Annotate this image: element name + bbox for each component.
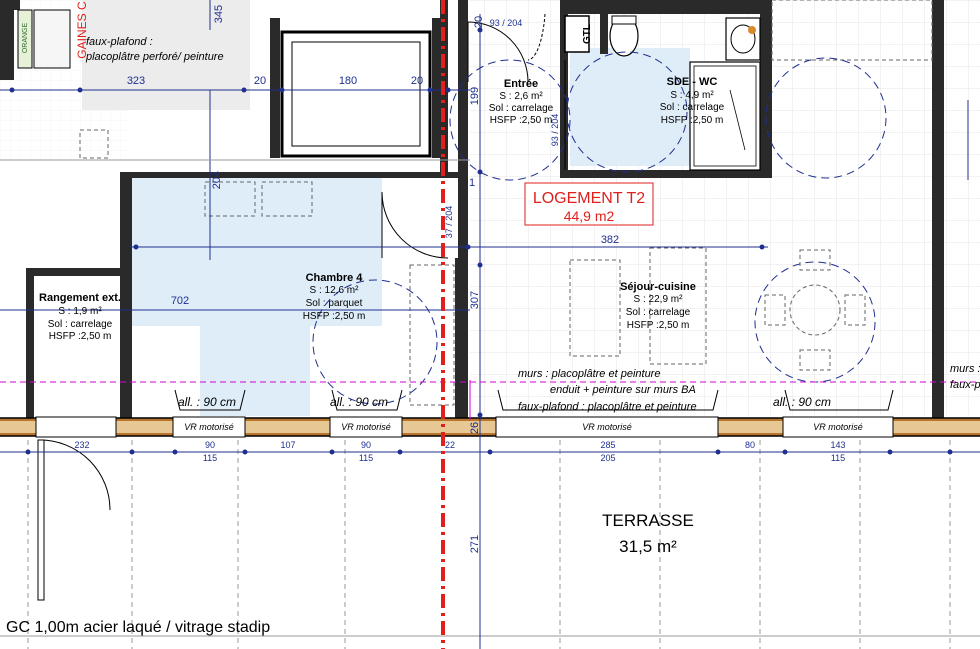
svg-text:S : 4,9 m²: S : 4,9 m² bbox=[670, 90, 714, 101]
logement-title: LOGEMENT T2 bbox=[533, 190, 645, 207]
dim-20b: 20 bbox=[411, 75, 423, 87]
svg-text:HSFP :2,50 m: HSFP :2,50 m bbox=[49, 331, 112, 342]
faux-plafond-right2: faux-pl bbox=[950, 379, 980, 391]
window-all-1: all. : 90 cm bbox=[178, 395, 236, 409]
finish-note-3: faux-plafond : placoplâtre et peinture bbox=[518, 401, 697, 413]
svg-text:SDE - WC: SDE - WC bbox=[667, 76, 718, 88]
vr-2: VR motorisé bbox=[341, 422, 391, 432]
dim-93-204a: 93 / 204 bbox=[490, 18, 523, 28]
svg-text:S : 22,9 m²: S : 22,9 m² bbox=[634, 294, 684, 305]
dim-232: 232 bbox=[74, 440, 89, 450]
terrasse-area: 31,5 m² bbox=[619, 537, 677, 556]
dim-382: 382 bbox=[601, 234, 619, 246]
svg-text:Rangement ext.: Rangement ext. bbox=[39, 292, 121, 304]
svg-text:S : 12,6 m²: S : 12,6 m² bbox=[310, 285, 360, 296]
terrasse-label: TERRASSE bbox=[602, 511, 694, 530]
finish-note-1: murs : placoplâtre et peinture bbox=[518, 368, 660, 380]
svg-text:Sol : carrelage: Sol : carrelage bbox=[660, 102, 725, 113]
dim-323: 323 bbox=[127, 75, 145, 87]
dim-90a: 90 bbox=[205, 440, 215, 450]
dim-143: 143 bbox=[830, 440, 845, 450]
dim-204: 204 bbox=[211, 171, 223, 189]
svg-text:Entrée: Entrée bbox=[504, 78, 538, 90]
svg-text:S : 2,6 m²: S : 2,6 m² bbox=[499, 91, 543, 102]
finish-note-2: enduit + peinture sur murs BA bbox=[550, 384, 696, 396]
vr-1: VR motorisé bbox=[184, 422, 234, 432]
dim-115a: 115 bbox=[203, 453, 217, 463]
dim-115b: 115 bbox=[359, 453, 373, 463]
vr-4: VR motorisé bbox=[813, 422, 863, 432]
dim-285: 285 bbox=[600, 440, 615, 450]
svg-text:HSFP :2,50 m: HSFP :2,50 m bbox=[661, 115, 724, 126]
window-all-2: all. : 90 cm bbox=[330, 395, 388, 409]
svg-text:Sol : carrelage: Sol : carrelage bbox=[626, 307, 691, 318]
orange-label: ORANGE bbox=[22, 23, 29, 54]
window-all-3: all. : 90 cm bbox=[773, 395, 831, 409]
faux-plafond-line1: faux-plafond : bbox=[86, 36, 153, 48]
svg-text:HSFP :2,50 m: HSFP :2,50 m bbox=[627, 320, 690, 331]
svg-text:Sol : carrelage: Sol : carrelage bbox=[48, 319, 113, 330]
floor-plan: GTL LOGEMENT T2 44,9 m2 GAINES C ORANGE … bbox=[0, 0, 980, 649]
dim-702: 702 bbox=[171, 295, 189, 307]
dim-26: 26 bbox=[469, 422, 481, 434]
dim-80: 80 bbox=[745, 440, 755, 450]
dim-199: 199 bbox=[469, 87, 481, 105]
gtl-label: GTL bbox=[582, 24, 593, 44]
dim-205: 205 bbox=[600, 453, 615, 463]
dim-20a: 20 bbox=[254, 75, 266, 87]
dim-1: 1 bbox=[469, 177, 475, 189]
svg-text:HSFP :2,50 m: HSFP :2,50 m bbox=[303, 311, 366, 322]
dim-345: 345 bbox=[213, 5, 225, 23]
svg-text:HSFP :2,50 m: HSFP :2,50 m bbox=[490, 115, 553, 126]
svg-text:Séjour-cuisine: Séjour-cuisine bbox=[620, 281, 696, 293]
dim-107: 107 bbox=[280, 440, 295, 450]
dim-180: 180 bbox=[339, 75, 357, 87]
svg-text:Chambre 4: Chambre 4 bbox=[306, 272, 364, 284]
svg-text:Sol : carrelage: Sol : carrelage bbox=[489, 103, 554, 114]
logement-area: 44,9 m2 bbox=[564, 208, 615, 224]
faux-plafond-line2: placoplâtre perforé/ peinture bbox=[85, 51, 224, 63]
dim-37-204: 37 / 204 bbox=[444, 206, 454, 239]
dim-90b: 90 bbox=[361, 440, 371, 450]
dim-20c: 20 bbox=[473, 16, 485, 28]
svg-text:S : 1,9 m²: S : 1,9 m² bbox=[58, 306, 102, 317]
dim-271: 271 bbox=[469, 535, 481, 553]
dim-307: 307 bbox=[469, 291, 481, 309]
gc-note: GC 1,00m acier laqué / vitrage stadip bbox=[6, 619, 270, 636]
dim-115c: 115 bbox=[831, 453, 845, 463]
faux-plafond-right1: murs : bbox=[950, 363, 980, 375]
dim-22: 22 bbox=[445, 440, 455, 450]
svg-text:Sol : parquet: Sol : parquet bbox=[306, 298, 363, 309]
vr-3: VR motorisé bbox=[582, 422, 632, 432]
